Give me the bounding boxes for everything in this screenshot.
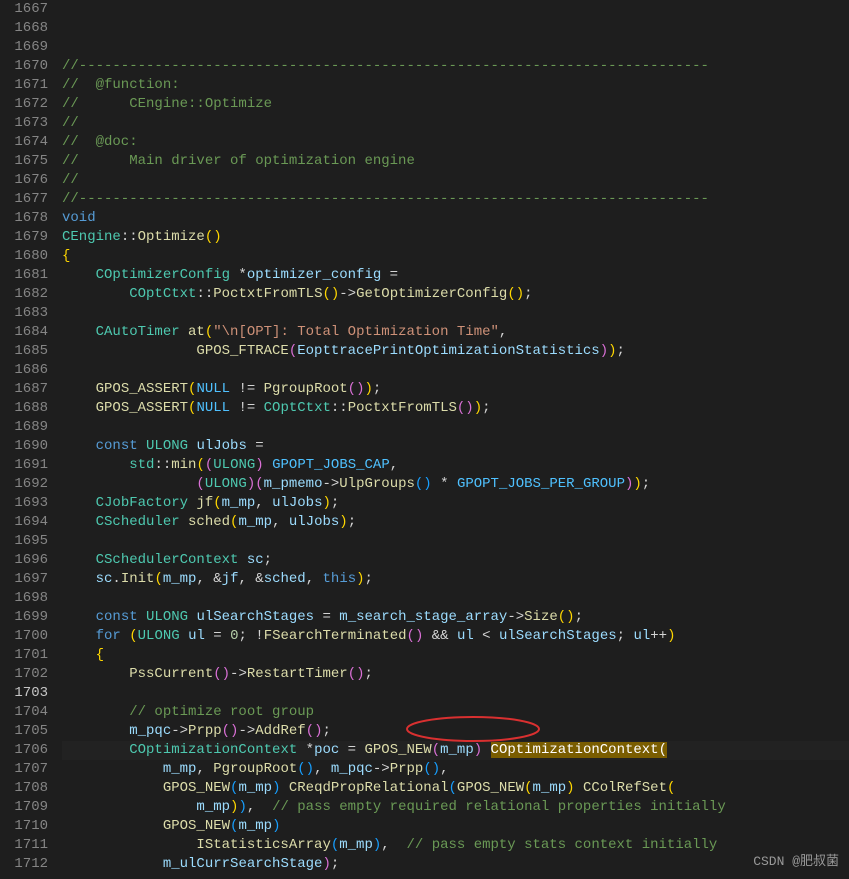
code-line[interactable]: CAutoTimer at("\n[OPT]: Total Optimizati…: [62, 323, 849, 342]
code-line[interactable]: const ULONG ulSearchStages = m_search_st…: [62, 608, 849, 627]
line-number: 1667: [10, 0, 48, 19]
code-line[interactable]: GPOS_NEW(m_mp): [62, 817, 849, 836]
code-line[interactable]: CEngine::Optimize(): [62, 228, 849, 247]
code-line[interactable]: // CEngine::Optimize: [62, 95, 849, 114]
code-line[interactable]: std::min((ULONG) GPOPT_JOBS_CAP,: [62, 456, 849, 475]
line-number: 1668: [10, 19, 48, 38]
code-line[interactable]: [62, 532, 849, 551]
line-number: 1691: [10, 456, 48, 475]
code-line[interactable]: [62, 684, 849, 703]
code-line[interactable]: for (ULONG ul = 0; !FSearchTerminated() …: [62, 627, 849, 646]
code-line[interactable]: CScheduler sched(m_mp, ulJobs);: [62, 513, 849, 532]
line-number: 1705: [10, 722, 48, 741]
code-line[interactable]: GPOS_ASSERT(NULL != COptCtxt::PoctxtFrom…: [62, 399, 849, 418]
line-number: 1709: [10, 798, 48, 817]
line-number: 1693: [10, 494, 48, 513]
line-number: 1675: [10, 152, 48, 171]
line-number: 1700: [10, 627, 48, 646]
line-number: 1688: [10, 399, 48, 418]
line-number: 1694: [10, 513, 48, 532]
line-number: 1706: [10, 741, 48, 760]
code-line[interactable]: {: [62, 247, 849, 266]
code-line[interactable]: sc.Init(m_mp, &jf, &sched, this);: [62, 570, 849, 589]
line-number: 1676: [10, 171, 48, 190]
code-line[interactable]: // @doc:: [62, 133, 849, 152]
line-number: 1702: [10, 665, 48, 684]
line-number: 1698: [10, 589, 48, 608]
line-number: 1696: [10, 551, 48, 570]
line-number: 1711: [10, 836, 48, 855]
line-number: 1669: [10, 38, 48, 57]
code-line[interactable]: // optimize root group: [62, 703, 849, 722]
line-number: 1679: [10, 228, 48, 247]
code-line[interactable]: const ULONG ulJobs =: [62, 437, 849, 456]
code-line[interactable]: m_pqc->Prpp()->AddRef();: [62, 722, 849, 741]
line-number: 1712: [10, 855, 48, 874]
code-line[interactable]: GPOS_ASSERT(NULL != PgroupRoot());: [62, 380, 849, 399]
line-number: 1672: [10, 95, 48, 114]
code-line[interactable]: GPOS_NEW(m_mp) CReqdPropRelational(GPOS_…: [62, 779, 849, 798]
line-number: 1687: [10, 380, 48, 399]
line-number-gutter: 1667166816691670167116721673167416751676…: [0, 0, 62, 879]
code-line[interactable]: {: [62, 646, 849, 665]
code-line[interactable]: [62, 361, 849, 380]
code-line[interactable]: //--------------------------------------…: [62, 57, 849, 76]
line-number: 1681: [10, 266, 48, 285]
code-line[interactable]: void: [62, 209, 849, 228]
code-editor[interactable]: 1667166816691670167116721673167416751676…: [0, 0, 849, 879]
code-line[interactable]: COptCtxt::PoctxtFromTLS()->GetOptimizerC…: [62, 285, 849, 304]
line-number: 1695: [10, 532, 48, 551]
line-number: 1690: [10, 437, 48, 456]
line-number: 1704: [10, 703, 48, 722]
line-number: 1703: [10, 684, 48, 703]
line-number: 1710: [10, 817, 48, 836]
line-number: 1682: [10, 285, 48, 304]
code-line[interactable]: COptimizationContext *poc = GPOS_NEW(m_m…: [62, 741, 849, 760]
line-number: 1678: [10, 209, 48, 228]
code-line[interactable]: CJobFactory jf(m_mp, ulJobs);: [62, 494, 849, 513]
line-number: 1680: [10, 247, 48, 266]
line-number: 1677: [10, 190, 48, 209]
line-number: 1697: [10, 570, 48, 589]
code-area[interactable]: //--------------------------------------…: [62, 0, 849, 879]
code-line[interactable]: COptimizerConfig *optimizer_config =: [62, 266, 849, 285]
line-number: 1686: [10, 361, 48, 380]
code-line[interactable]: // @function:: [62, 76, 849, 95]
code-line[interactable]: //: [62, 114, 849, 133]
line-number: 1674: [10, 133, 48, 152]
line-number: 1692: [10, 475, 48, 494]
code-line[interactable]: m_mp, PgroupRoot(), m_pqc->Prpp(),: [62, 760, 849, 779]
code-line[interactable]: IStatisticsArray(m_mp), // pass empty st…: [62, 836, 849, 855]
code-line[interactable]: (ULONG)(m_pmemo->UlpGroups() * GPOPT_JOB…: [62, 475, 849, 494]
line-number: 1689: [10, 418, 48, 437]
line-number: 1671: [10, 76, 48, 95]
watermark: CSDN @肥叔菌: [753, 852, 839, 871]
code-line[interactable]: //: [62, 171, 849, 190]
code-line[interactable]: GPOS_FTRACE(EopttracePrintOptimizationSt…: [62, 342, 849, 361]
code-line[interactable]: [62, 874, 849, 879]
line-number: 1699: [10, 608, 48, 627]
code-line[interactable]: m_ulCurrSearchStage);: [62, 855, 849, 874]
line-number: 1701: [10, 646, 48, 665]
line-number: 1670: [10, 57, 48, 76]
code-line[interactable]: PssCurrent()->RestartTimer();: [62, 665, 849, 684]
code-line[interactable]: //--------------------------------------…: [62, 190, 849, 209]
code-line[interactable]: m_mp)), // pass empty required relationa…: [62, 798, 849, 817]
line-number: 1684: [10, 323, 48, 342]
line-number: 1707: [10, 760, 48, 779]
line-number: 1685: [10, 342, 48, 361]
line-number: 1683: [10, 304, 48, 323]
code-line[interactable]: // Main driver of optimization engine: [62, 152, 849, 171]
code-line[interactable]: [62, 418, 849, 437]
code-line[interactable]: CSchedulerContext sc;: [62, 551, 849, 570]
code-line[interactable]: [62, 304, 849, 323]
code-line[interactable]: [62, 589, 849, 608]
line-number: 1708: [10, 779, 48, 798]
line-number: 1673: [10, 114, 48, 133]
